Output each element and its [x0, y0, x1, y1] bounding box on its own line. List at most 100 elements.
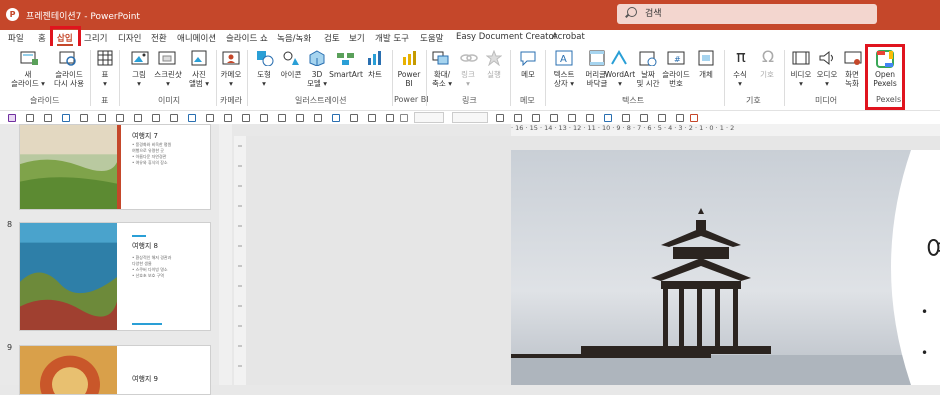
ribbon-separator — [545, 50, 546, 106]
slide-number-button[interactable]: 슬라이드 번호 — [659, 70, 693, 88]
search-icon — [627, 7, 637, 17]
layout-icon[interactable] — [278, 114, 286, 122]
cameo-button[interactable]: 카메오 ▾ — [216, 70, 246, 88]
textbox-icon: A — [555, 50, 573, 66]
pagoda-photo — [511, 150, 940, 385]
action-button[interactable]: 실행 — [482, 70, 506, 79]
tab-easy-document-creator[interactable]: Easy Document Creator — [456, 32, 557, 42]
slide-thumbnail[interactable]: 여행지 7 • 풍경화와 비옥한 평원 여행으로 유명한 곳 • 아름다운 자연… — [19, 124, 211, 210]
object-button[interactable]: 개체 — [694, 70, 718, 79]
tab-file[interactable]: 파일 — [8, 32, 24, 44]
layout-icon[interactable] — [676, 114, 684, 122]
slide-title-text[interactable]: 여 — [926, 230, 940, 267]
layout-icon[interactable] — [496, 114, 504, 122]
tab-transitions[interactable]: 전환 — [151, 32, 167, 44]
layout-icon[interactable] — [568, 114, 576, 122]
zoom-icon — [432, 51, 449, 65]
layout-icon[interactable] — [296, 114, 304, 122]
tab-slideshow[interactable]: 슬라이드 쇼 — [226, 32, 268, 44]
group-label-text: 텍스트 — [622, 96, 645, 105]
icons-button[interactable]: 아이콘 — [276, 70, 306, 79]
layout-icon[interactable] — [604, 114, 612, 122]
powerbi-button[interactable]: Power BI — [395, 70, 423, 88]
zoom-button[interactable]: 확대/ 축소 ▾ — [428, 70, 456, 88]
layout-icon[interactable] — [314, 114, 322, 122]
tab-design[interactable]: 디자인 — [118, 32, 141, 44]
image-icon[interactable] — [170, 114, 178, 122]
group-label-camera: 카메라 — [220, 96, 243, 105]
smartart-button[interactable]: SmartArt — [329, 70, 363, 79]
symbol-icon: Ω — [761, 47, 775, 66]
slide-thumbnail[interactable]: 여행지 8 • 환상적인 해저 경관과 다양한 생물 • 스쿠버 다이빙 명소 … — [19, 222, 211, 331]
align-icon[interactable] — [242, 114, 250, 122]
layout-icon[interactable] — [332, 114, 340, 122]
brush-icon[interactable] — [368, 114, 376, 122]
slide-bullet: • — [921, 305, 929, 319]
horizontal-ruler: · 16 · 15 · 14 · 13 · 12 · 11 · 10 · 9 ·… — [511, 124, 940, 136]
layout-icon[interactable] — [80, 114, 88, 122]
shapes-button[interactable]: 도형 ▾ — [250, 70, 278, 88]
photo-album-button[interactable]: 사진 앨범 ▾ — [184, 70, 214, 88]
tab-animations[interactable]: 애니메이션 — [177, 32, 216, 44]
pen-icon[interactable] — [690, 114, 698, 122]
save-icon[interactable] — [8, 114, 16, 122]
textbox-button[interactable]: 텍스트 상자 ▾ — [548, 70, 580, 88]
table-icon — [97, 50, 113, 66]
link-button[interactable]: 링크 ▾ — [456, 70, 480, 88]
equation-button[interactable]: 수식 ▾ — [728, 70, 752, 88]
tab-draw[interactable]: 그리기 — [84, 32, 107, 44]
layout-icon[interactable] — [514, 114, 522, 122]
tab-record[interactable]: 녹음/녹화 — [277, 32, 311, 44]
date-time-button[interactable]: 날짜 및 시간 — [634, 70, 662, 88]
tab-review[interactable]: 검토 — [324, 32, 340, 44]
font-combo[interactable] — [452, 112, 488, 123]
tab-view[interactable]: 보기 — [349, 32, 365, 44]
grid-icon[interactable] — [224, 114, 232, 122]
layout-icon[interactable] — [44, 114, 52, 122]
crop-icon[interactable] — [152, 114, 160, 122]
paint-icon[interactable] — [350, 114, 358, 122]
tab-developer[interactable]: 개발 도구 — [375, 32, 409, 44]
layout-icon[interactable] — [586, 114, 594, 122]
layout-icon[interactable] — [62, 114, 70, 122]
reuse-slides-button[interactable]: 슬라이드 다시 사용 — [48, 70, 90, 88]
layout-icon[interactable] — [26, 114, 34, 122]
wordart-button[interactable]: WordArt ▾ — [603, 70, 637, 88]
font-size-combo[interactable] — [414, 112, 444, 123]
ruler-ticks: · 16 · 15 · 14 · 13 · 12 · 11 · 10 · 9 ·… — [511, 124, 735, 132]
fill-color-icon[interactable] — [400, 114, 408, 122]
pen-icon[interactable] — [116, 114, 124, 122]
redo-icon[interactable] — [658, 114, 666, 122]
comment-button[interactable]: 메모 — [514, 70, 542, 79]
ribbon-separator — [784, 50, 785, 106]
layout-icon[interactable] — [550, 114, 558, 122]
table-icon[interactable] — [206, 114, 214, 122]
layout-icon[interactable] — [98, 114, 106, 122]
table-button[interactable]: 표 ▾ — [94, 70, 116, 88]
slide-thumbnail[interactable]: 여행지 9 — [19, 345, 211, 395]
svg-text:A: A — [560, 54, 567, 65]
chart-button[interactable]: 차트 — [363, 70, 387, 79]
thumbnail-scrollbar[interactable] — [219, 124, 232, 385]
slide-number: 9 — [7, 343, 13, 352]
audio-icon — [819, 50, 833, 66]
screenshot-button[interactable]: 스크린샷 ▾ — [150, 70, 186, 88]
ribbon-separator — [510, 50, 511, 106]
slide-bullets: • 환상적인 해저 경관과 다양한 생물 • 스쿠버 다이빙 명소 • 산호초 … — [132, 255, 172, 278]
search-box[interactable]: 검색 — [617, 4, 877, 24]
3d-models-button[interactable]: 3D 모델 ▾ — [303, 70, 331, 88]
layout-icon[interactable] — [532, 114, 540, 122]
undo-icon[interactable] — [640, 114, 648, 122]
tab-help[interactable]: 도움말 — [420, 32, 443, 44]
group-icon[interactable] — [260, 114, 268, 122]
eraser-icon[interactable] — [386, 114, 394, 122]
image-icon[interactable] — [134, 114, 142, 122]
tab-home[interactable]: 홈 — [38, 32, 46, 44]
layout-icon[interactable] — [188, 114, 196, 122]
new-slide-button[interactable]: 새 슬라이드 ▾ — [8, 70, 48, 88]
tab-acrobat[interactable]: Acrobat — [552, 32, 585, 42]
screen-recording-button[interactable]: 화면 녹화 — [838, 70, 866, 88]
layout-icon[interactable] — [622, 114, 630, 122]
current-slide[interactable]: • • — [511, 150, 940, 385]
symbol-button[interactable]: 기호 — [755, 70, 779, 79]
